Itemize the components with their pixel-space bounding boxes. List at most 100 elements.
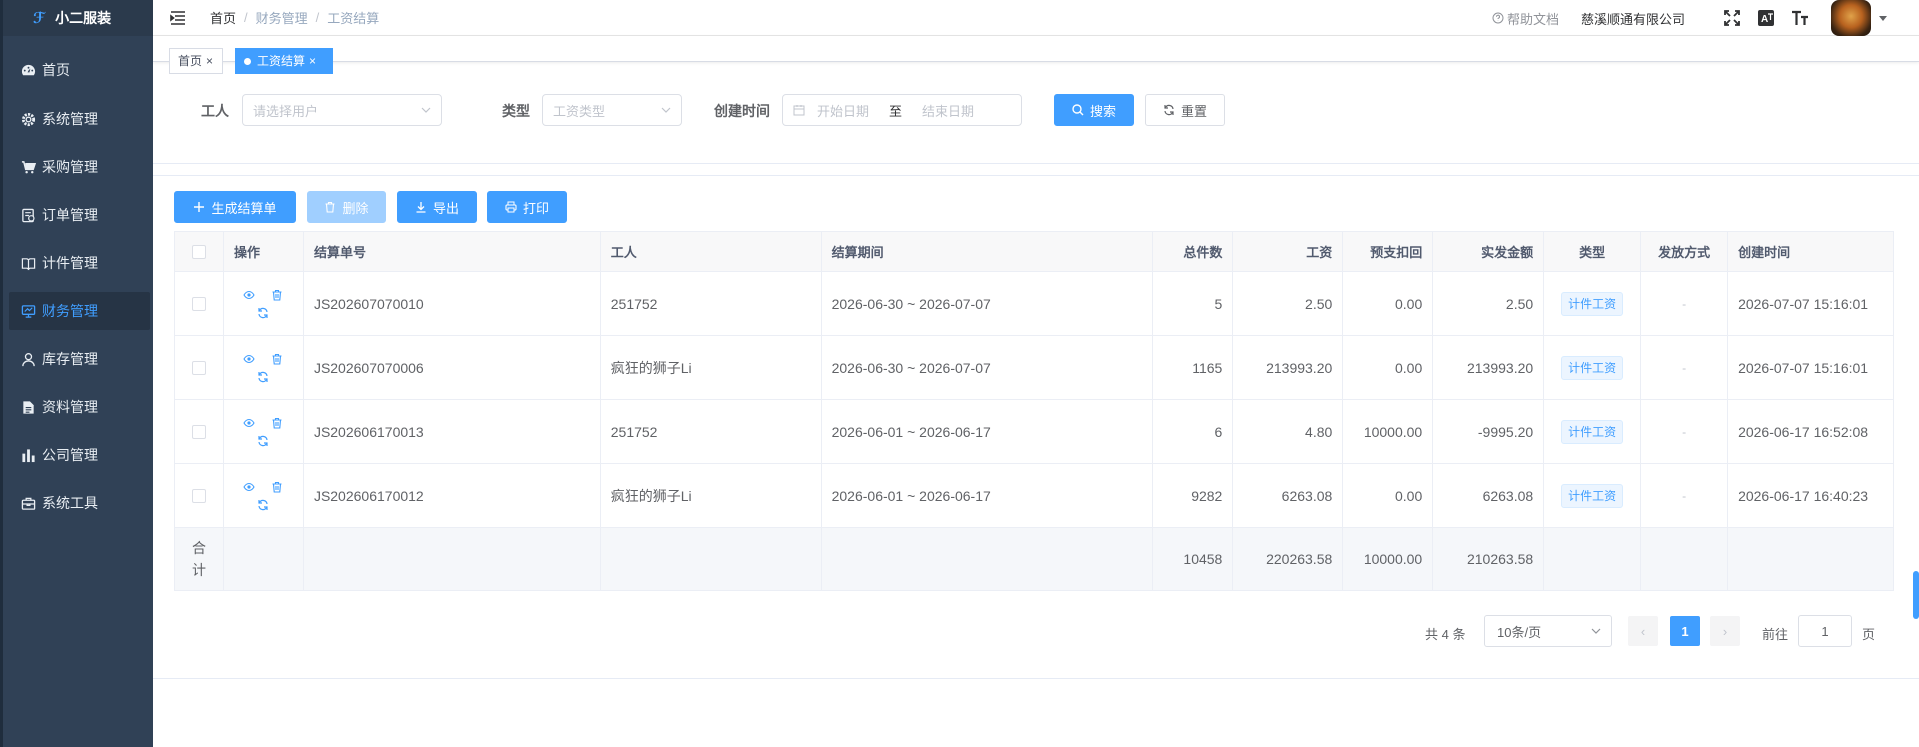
sidebar-item-data[interactable]: 资料管理 xyxy=(9,388,150,426)
section-divider xyxy=(153,678,1919,679)
column-header[interactable]: 创建时间 xyxy=(1728,232,1894,271)
table-header: 操作 结算单号 工人 结算期间 总件数 工资 预支扣回 实发金额 类型 发放方式… xyxy=(175,232,1894,272)
breadcrumb-current: 工资结算 xyxy=(327,11,380,26)
end-date-input[interactable]: 结束日期 xyxy=(922,101,974,120)
close-icon[interactable]: × xyxy=(206,49,213,73)
column-header: 发放方式 xyxy=(1641,232,1729,271)
sidebar-item-tools[interactable]: 系统工具 xyxy=(9,484,150,522)
refresh-icon[interactable] xyxy=(257,499,269,511)
worker-select[interactable]: 请选择用户 xyxy=(242,94,442,126)
goto-page-input[interactable]: 1 xyxy=(1798,615,1852,647)
sum-wage: 220263.58 xyxy=(1233,528,1344,590)
column-header[interactable]: 结算期间 xyxy=(821,232,1154,271)
tab-salary-settlement[interactable]: 工资结算 × xyxy=(235,48,333,74)
checkbox[interactable] xyxy=(191,296,206,311)
eye-icon[interactable] xyxy=(243,481,256,493)
sidebar-item-label: 系统工具 xyxy=(42,495,98,511)
generate-settlement-button[interactable]: 生成结算单 xyxy=(174,191,296,223)
pagination-total: 共 4 条 xyxy=(1425,627,1466,642)
avatar[interactable] xyxy=(1831,0,1871,36)
checkbox[interactable] xyxy=(191,244,206,259)
scrollbar[interactable] xyxy=(1913,571,1919,619)
start-date-input[interactable]: 开始日期 xyxy=(817,101,869,120)
question-icon xyxy=(1492,12,1504,24)
checkbox[interactable] xyxy=(191,360,206,375)
cell-type: 计件工资 xyxy=(1544,464,1642,527)
type-placeholder: 工资类型 xyxy=(553,103,606,119)
empty-cell xyxy=(223,528,304,590)
trash-icon xyxy=(325,201,335,213)
refresh-icon[interactable] xyxy=(257,307,269,319)
search-button[interactable]: 搜索 xyxy=(1054,94,1134,126)
goto-label: 前往 xyxy=(1762,627,1789,642)
cell-worker: 疯狂的狮子Li xyxy=(601,336,822,399)
reset-button[interactable]: 重置 xyxy=(1145,94,1225,126)
row-select[interactable] xyxy=(175,400,224,463)
cell-settlement-no: JS202606170013 xyxy=(304,400,601,463)
row-select[interactable] xyxy=(175,464,224,527)
next-page-button[interactable]: › xyxy=(1710,616,1740,646)
chevron-down-icon xyxy=(421,107,431,113)
column-header[interactable]: 工人 xyxy=(600,232,822,271)
prev-page-button[interactable]: ‹ xyxy=(1628,616,1658,646)
sidebar-item-label: 系统管理 xyxy=(42,111,98,127)
tab-home[interactable]: 首页 × xyxy=(169,48,223,74)
worker-placeholder: 请选择用户 xyxy=(253,103,319,119)
close-icon[interactable]: × xyxy=(309,49,316,73)
breadcrumb-home[interactable]: 首页 xyxy=(210,8,236,27)
type-select[interactable]: 工资类型 xyxy=(542,94,682,126)
refresh-icon[interactable] xyxy=(257,435,269,447)
checkbox[interactable] xyxy=(191,488,206,503)
empty-cell xyxy=(1728,528,1894,590)
eye-icon[interactable] xyxy=(243,289,256,301)
print-button[interactable]: 打印 xyxy=(487,191,567,223)
date-range-separator: 至 xyxy=(889,103,903,119)
table-row: JS202606170012 疯狂的狮子Li 2026-06-01 ~ 2026-0… xyxy=(175,464,1894,528)
sidebar-item-system[interactable]: 系统管理 xyxy=(9,100,150,138)
page-1-button[interactable]: 1 xyxy=(1670,616,1700,646)
cell-settlement-no: JS202607070006 xyxy=(304,336,601,399)
translate-icon[interactable]: A xyxy=(1757,9,1775,27)
sidebar-item-orders[interactable]: 订单管理 xyxy=(9,196,150,234)
trash-icon[interactable] xyxy=(271,417,283,429)
column-header[interactable]: 实发金额 xyxy=(1433,232,1545,271)
help-label: 帮助文档 xyxy=(1506,11,1559,27)
export-button[interactable]: 导出 xyxy=(397,191,477,223)
fullscreen-icon[interactable] xyxy=(1723,9,1741,27)
header-select-all[interactable] xyxy=(175,232,224,271)
row-select[interactable] xyxy=(175,272,224,335)
column-header[interactable]: 工资 xyxy=(1233,232,1344,271)
column-header[interactable]: 预支扣回 xyxy=(1343,232,1434,271)
cell-advance: 0.00 xyxy=(1343,464,1434,527)
logo[interactable]: ℱ 小二服装 xyxy=(3,0,153,36)
delete-button[interactable]: 删除 xyxy=(307,191,386,223)
sidebar-item-label: 库存管理 xyxy=(42,351,98,367)
sidebar-item-finance[interactable]: 财务管理 xyxy=(9,292,150,330)
hamburger-icon[interactable] xyxy=(169,9,187,27)
cell-net: 213993.20 xyxy=(1433,336,1545,399)
section-divider xyxy=(153,163,1919,164)
row-select[interactable] xyxy=(175,336,224,399)
trash-icon[interactable] xyxy=(271,481,283,493)
trash-icon[interactable] xyxy=(271,353,283,365)
empty-cell xyxy=(303,528,601,590)
sidebar-item-company[interactable]: 公司管理 xyxy=(9,436,150,474)
sidebar-item-home[interactable]: 首页 xyxy=(9,51,150,89)
trash-icon[interactable] xyxy=(271,289,283,301)
eye-icon[interactable] xyxy=(243,353,256,365)
font-size-icon[interactable] xyxy=(1791,9,1809,27)
column-header[interactable]: 总件数 xyxy=(1153,232,1234,271)
sidebar-item-piecework[interactable]: 计件管理 xyxy=(9,244,150,282)
checkbox[interactable] xyxy=(191,424,206,439)
type-tag: 计件工资 xyxy=(1561,419,1624,444)
help-link[interactable]: 帮助文档 xyxy=(1492,9,1559,28)
chevron-down-icon[interactable] xyxy=(1879,15,1887,21)
eye-icon[interactable] xyxy=(243,417,256,429)
page-size-select[interactable]: 10条/页 xyxy=(1484,615,1612,647)
sidebar-item-inventory[interactable]: 库存管理 xyxy=(9,340,150,378)
column-header[interactable]: 结算单号 xyxy=(303,232,601,271)
sidebar-item-purchase[interactable]: 采购管理 xyxy=(9,148,150,186)
refresh-icon[interactable] xyxy=(257,371,269,383)
cell-net: 2.50 xyxy=(1433,272,1545,335)
date-range-picker[interactable]: 开始日期 至 结束日期 xyxy=(782,94,1022,126)
